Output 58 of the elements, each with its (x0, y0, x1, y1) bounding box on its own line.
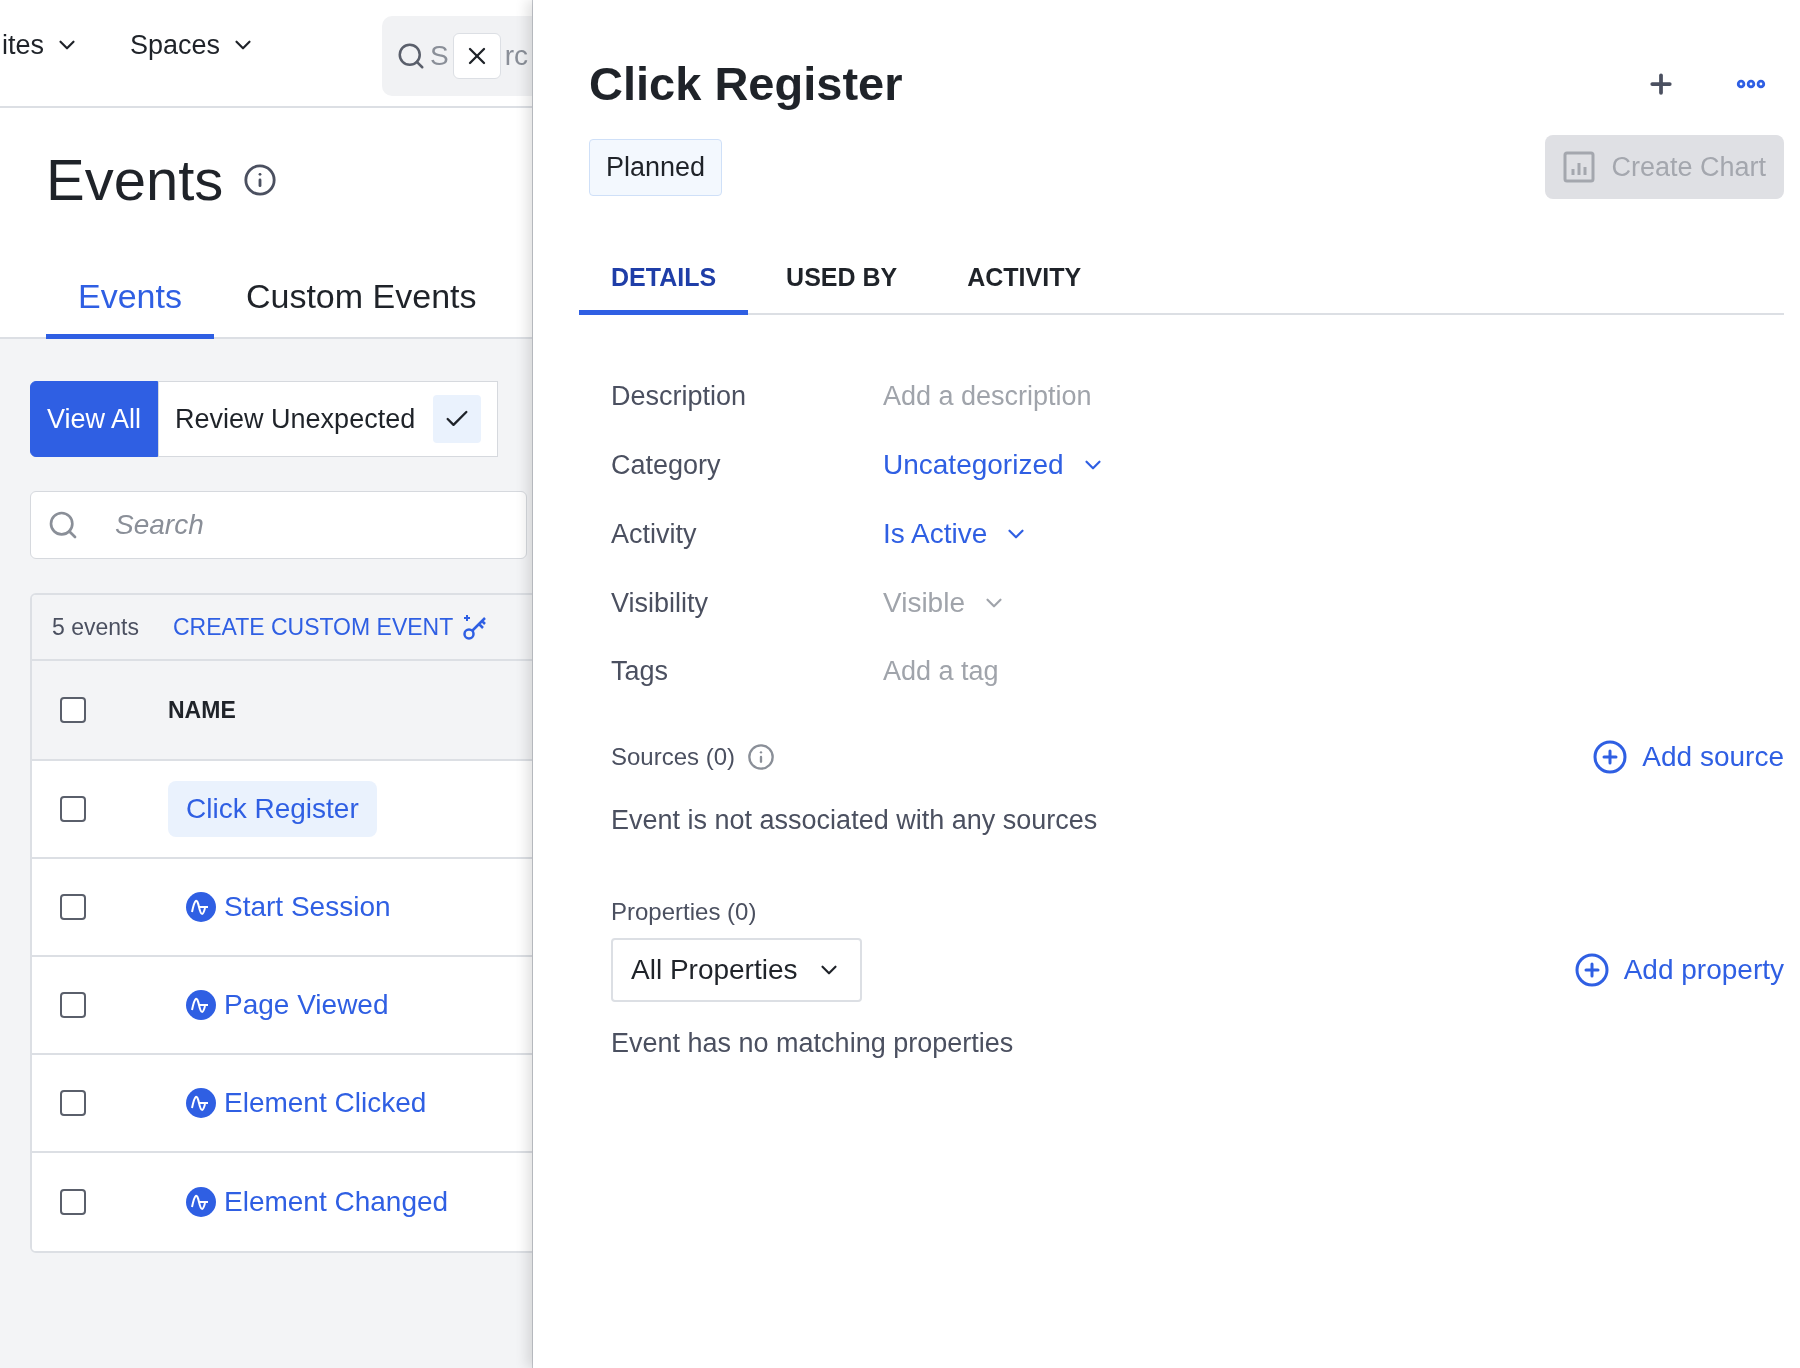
info-icon (243, 162, 278, 197)
event-type-icon (186, 990, 216, 1020)
empty-message: Event is not associated with any sources (611, 805, 1099, 836)
global-search-field[interactable]: S rc (382, 16, 532, 96)
checkbox[interactable] (60, 894, 86, 920)
event-link[interactable]: Click Register (168, 781, 377, 837)
tab[interactable]: USED BY (754, 251, 930, 315)
nav-menu[interactable]: ites (2, 29, 81, 61)
search-input[interactable]: Search (113, 492, 513, 558)
check-icon (433, 395, 482, 443)
checkbox[interactable] (60, 697, 86, 723)
search-text: rc (504, 40, 528, 72)
tab[interactable]: DETAILS (579, 251, 749, 315)
checkbox[interactable] (60, 1090, 86, 1116)
add-property-button[interactable]: Add property (1573, 952, 1784, 988)
event-link[interactable]: Element Changed (168, 1174, 467, 1230)
event-type-icon (186, 1187, 216, 1217)
column-header: NAME (168, 696, 236, 724)
field-dropdown[interactable]: Uncategorized (883, 449, 1106, 481)
tab[interactable]: ACTIVITY (935, 251, 1114, 315)
plus-circle-icon (1592, 739, 1629, 775)
tab[interactable]: Events (46, 265, 214, 339)
tab[interactable]: Custom Events (213, 265, 509, 339)
close-button[interactable] (452, 33, 501, 79)
event-type-icon (186, 892, 216, 922)
checkbox[interactable] (60, 1189, 86, 1215)
field-label: Description (611, 381, 748, 412)
event-type-icon (186, 1088, 216, 1118)
page-title: Events (46, 146, 224, 213)
field-label: Activity (611, 518, 698, 550)
search-text: S (430, 40, 449, 72)
section-heading: Properties (0) (611, 898, 758, 926)
checkbox[interactable] (60, 992, 86, 1018)
filter-tab[interactable]: View All (30, 381, 159, 457)
event-link[interactable]: Start Session (168, 879, 409, 935)
properties-filter-dropdown[interactable]: All Properties (611, 938, 862, 1002)
create-custom-event-link[interactable]: CREATE CUSTOM EVENT (172, 613, 490, 641)
filter-tab[interactable]: Review Unexpected (158, 381, 499, 457)
search-icon (396, 41, 426, 71)
section-heading: Sources (0) (611, 743, 736, 771)
status-badge: Planned (589, 138, 723, 196)
plus-circle-icon (1573, 952, 1610, 988)
event-count: 5 events (52, 613, 139, 641)
search-field[interactable]: Search (30, 491, 527, 559)
drawer-title: Click Register (589, 56, 904, 111)
field-dropdown[interactable]: Is Active (883, 518, 1030, 550)
field-label: Visibility (611, 587, 710, 619)
event-link[interactable]: Element Clicked (168, 1075, 445, 1131)
search-icon (47, 509, 79, 541)
field-label: Tags (611, 656, 670, 687)
empty-message: Event has no matching properties (611, 1028, 1015, 1059)
event-link[interactable]: Page Viewed (168, 977, 407, 1033)
checkbox[interactable] (60, 796, 86, 822)
field-label: Category (611, 449, 722, 481)
add-source-button[interactable]: Add source (1592, 739, 1784, 775)
info-icon (747, 743, 776, 771)
nav-menu[interactable]: Spaces (130, 29, 257, 61)
bar-chart-icon (1563, 151, 1596, 183)
